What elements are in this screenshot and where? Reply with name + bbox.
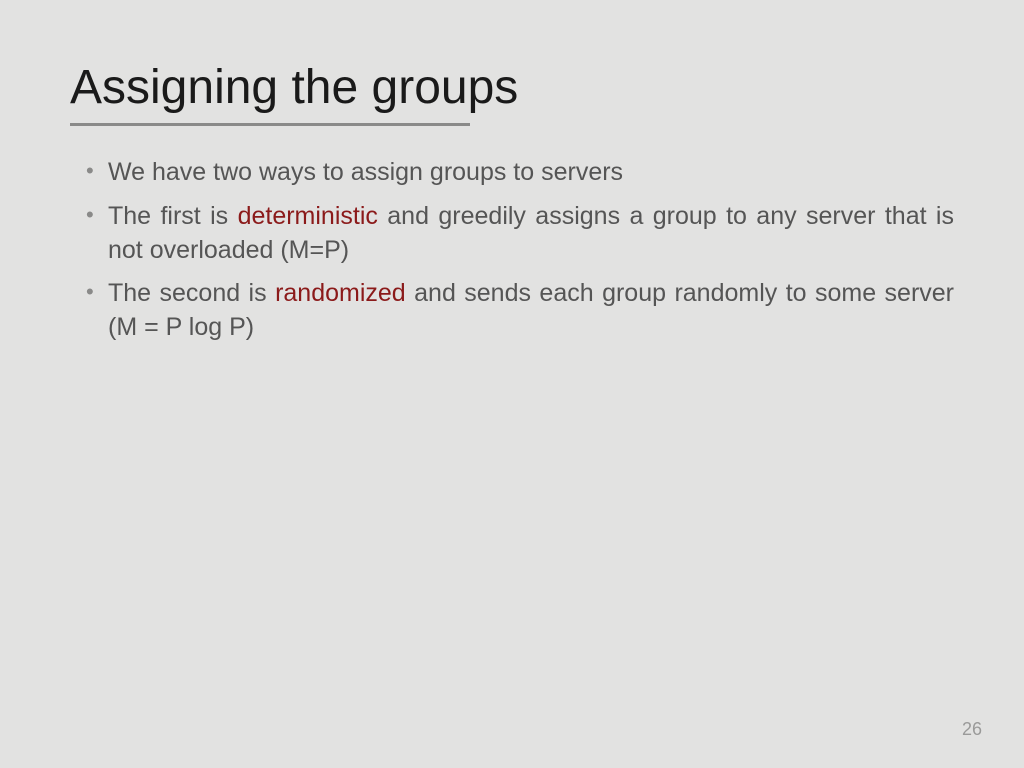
slide-title: Assigning the groups: [70, 60, 954, 115]
bullet-text-highlight: deterministic: [238, 202, 378, 230]
bullet-text-highlight: randomized: [275, 279, 406, 307]
bullet-list: We have two ways to assign groups to ser…: [70, 156, 954, 345]
bullet-item: We have two ways to assign groups to ser…: [90, 156, 954, 190]
bullet-item: The second is randomized and sends each …: [90, 277, 954, 345]
bullet-item: The first is deterministic and greedily …: [90, 200, 954, 268]
bullet-text-pre: The first is: [108, 202, 238, 230]
title-underline: [70, 123, 470, 126]
bullet-text-pre: The second is: [108, 279, 275, 307]
page-number: 26: [962, 719, 982, 740]
bullet-text-pre: We have two ways to assign groups to ser…: [108, 158, 623, 186]
slide-container: Assigning the groups We have two ways to…: [0, 0, 1024, 768]
